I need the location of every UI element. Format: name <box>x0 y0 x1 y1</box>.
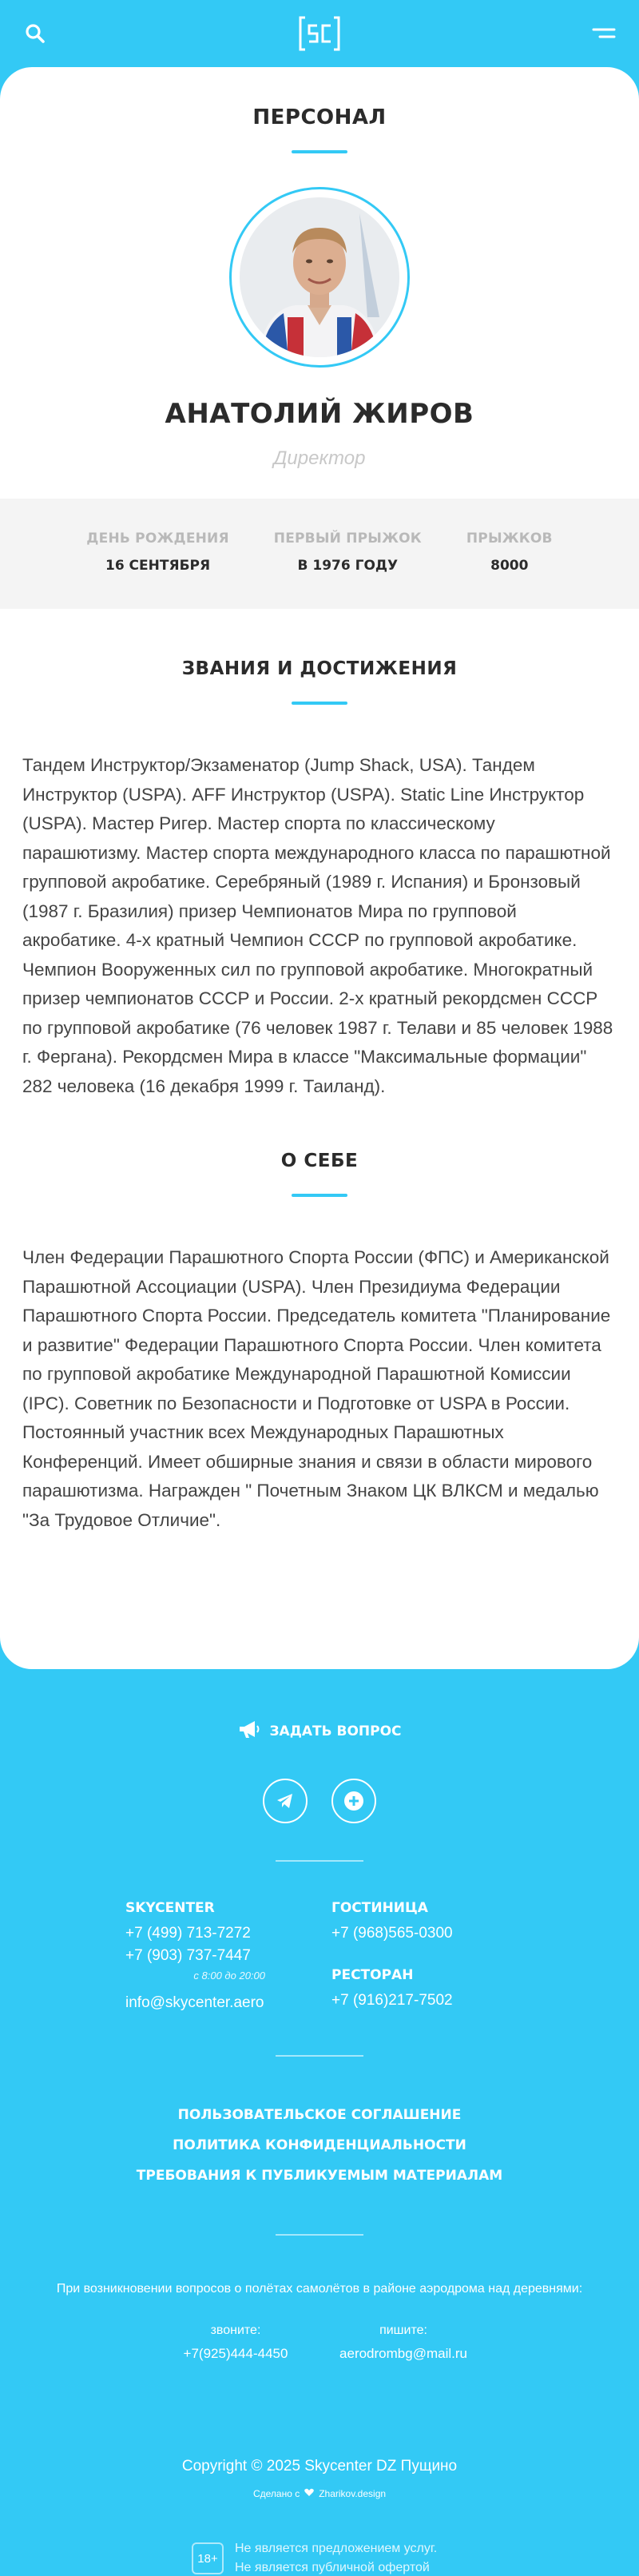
age-text: Не является предложением услуг. Не являе… <box>235 2539 437 2576</box>
stat-birthday: День рождения 16 сентября <box>86 531 228 609</box>
content-card: Персонал Анатолий Жиров Директор <box>0 67 639 1669</box>
legal-links: Пользовательское соглашение Политика кон… <box>0 2100 639 2191</box>
age-line-2: Не является публичной офертой <box>235 2561 430 2574</box>
restaurant-heading: Ресторан <box>331 1967 414 1983</box>
plus-icon[interactable] <box>331 1779 376 1823</box>
hotel-phone[interactable]: +7 (968)565-0300 <box>331 1922 514 1945</box>
telegram-icon[interactable] <box>263 1779 308 1823</box>
divider <box>276 1860 363 1862</box>
megaphone-icon <box>237 1719 261 1743</box>
divider <box>276 2055 363 2057</box>
social-links <box>0 1779 639 1823</box>
logo[interactable] <box>297 14 342 53</box>
aerodrome-phone[interactable]: +7(925)444-4450 <box>168 2346 304 2362</box>
copyright: Copyright © 2025 Skycenter DZ Пущино <box>181 2458 458 2475</box>
search-icon[interactable] <box>22 21 48 46</box>
made-by: Сделано с Zharikov.design <box>0 2488 639 2499</box>
title-underline <box>292 1194 347 1197</box>
contacts: Skycenter +7 (499) 713-7272 +7 (903) 737… <box>0 1900 639 2012</box>
aerodrome-write: пишите: aerodrombg@mail.ru <box>335 2324 471 2362</box>
ask-question-label: Задать вопрос <box>269 1723 402 1739</box>
skycenter-phone-1[interactable]: +7 (499) 713-7272 <box>125 1922 308 1945</box>
link-content-requirements[interactable]: Требования к публикуемым материалам <box>0 2161 639 2191</box>
stats-bar: День рождения 16 сентября Первый прыжок … <box>0 499 639 609</box>
aerodrome-contacts: звоните: +7(925)444-4450 пишите: aerodro… <box>0 2324 639 2362</box>
age-badge: 18+ <box>192 2542 224 2574</box>
restaurant-phone[interactable]: +7 (916)217-7502 <box>331 1990 514 2012</box>
made-by-link[interactable]: Zharikov.design <box>319 2488 386 2499</box>
top-bar <box>0 0 639 67</box>
stat-label: День рождения <box>86 531 229 547</box>
hotel-restaurant-contacts: Гостиница +7 (968)565-0300 Ресторан +7 (… <box>331 1900 514 2012</box>
stat-value: 16 сентября <box>105 558 211 574</box>
heart-icon <box>304 2488 315 2499</box>
hotel-heading: Гостиница <box>331 1900 428 1916</box>
stat-value: 8000 <box>490 558 529 574</box>
avatar <box>240 197 399 357</box>
about-text: Член Федерации Парашютного Спорта России… <box>22 1247 611 1530</box>
link-privacy-policy[interactable]: Политика конфиденциальности <box>0 2130 639 2161</box>
section-title-about: О себе <box>280 1151 359 1171</box>
aerodrome-email[interactable]: aerodrombg@mail.ru <box>335 2346 471 2362</box>
aerodrome-call: звоните: +7(925)444-4450 <box>168 2324 304 2362</box>
person-name: Анатолий Жиров <box>165 398 474 430</box>
aerodrome-note: При возникновении вопросов о полётах сам… <box>56 2282 583 2296</box>
aerodrome-call-label: звоните: <box>210 2324 261 2337</box>
section-title-achievements: Звания и достижения <box>181 658 458 679</box>
skycenter-heading: Skycenter <box>125 1900 215 1916</box>
title-underline <box>292 702 347 705</box>
skycenter-phone-2[interactable]: +7 (903) 737-7447 <box>125 1945 308 1967</box>
ask-question-button[interactable]: Задать вопрос <box>0 1719 639 1743</box>
skycenter-email[interactable]: info@skycenter.aero <box>125 1994 308 2012</box>
section-title-staff: Персонал <box>252 105 387 129</box>
aerodrome-write-label: пишите: <box>379 2324 427 2337</box>
person-role: Директор <box>273 447 366 469</box>
divider <box>276 2234 363 2236</box>
skycenter-hours: с 8:00 до 20:00 <box>193 1970 265 1982</box>
skycenter-contacts: Skycenter +7 (499) 713-7272 +7 (903) 737… <box>125 1900 308 2012</box>
stat-value: в 1976 году <box>297 558 399 574</box>
stat-first-jump: Первый прыжок в 1976 году <box>274 531 422 609</box>
stat-label: Прыжков <box>466 531 553 547</box>
title-underline <box>292 150 347 153</box>
age-disclaimer: 18+ Не является предложением услуг. Не я… <box>192 2539 639 2576</box>
footer: Задать вопрос Skycenter +7 (499) 713-727… <box>0 1669 639 2576</box>
age-line-1: Не является предложением услуг. <box>235 2542 438 2555</box>
menu-icon[interactable] <box>591 21 617 46</box>
link-user-agreement[interactable]: Пользовательское соглашение <box>0 2100 639 2130</box>
stat-jumps: Прыжков 8000 <box>466 531 553 609</box>
stat-label: Первый прыжок <box>273 531 422 547</box>
achievements-text: Тандем Инструктор/Экзаменатор (Jump Shac… <box>22 755 613 1096</box>
made-by-prefix: Сделано с <box>252 2488 300 2499</box>
avatar-ring <box>229 187 410 368</box>
